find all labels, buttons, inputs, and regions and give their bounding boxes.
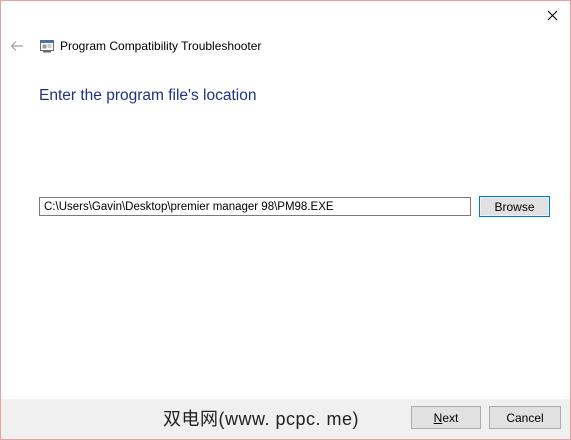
page-heading: Enter the program file's location	[39, 87, 257, 104]
window-header: Program Compatibility Troubleshooter	[9, 35, 261, 57]
back-arrow-icon	[10, 41, 23, 51]
close-button[interactable]	[542, 5, 562, 25]
next-label: ext	[442, 410, 459, 425]
watermark-text: 双电网(www. pcpc. me)	[163, 409, 360, 429]
troubleshooter-window: Program Compatibility Troubleshooter Ent…	[0, 0, 571, 440]
troubleshooter-icon	[39, 38, 55, 54]
file-path-input[interactable]	[39, 197, 471, 216]
back-button[interactable]	[9, 38, 25, 54]
browse-button[interactable]: Browse	[479, 196, 550, 217]
footer-bar: 双电网(www. pcpc. me) Next Cancel	[1, 399, 570, 439]
next-accelerator: N	[433, 410, 443, 425]
next-button[interactable]: Next	[411, 406, 481, 429]
cancel-button[interactable]: Cancel	[489, 406, 561, 429]
window-title: Program Compatibility Troubleshooter	[60, 39, 262, 53]
close-icon	[547, 10, 557, 20]
